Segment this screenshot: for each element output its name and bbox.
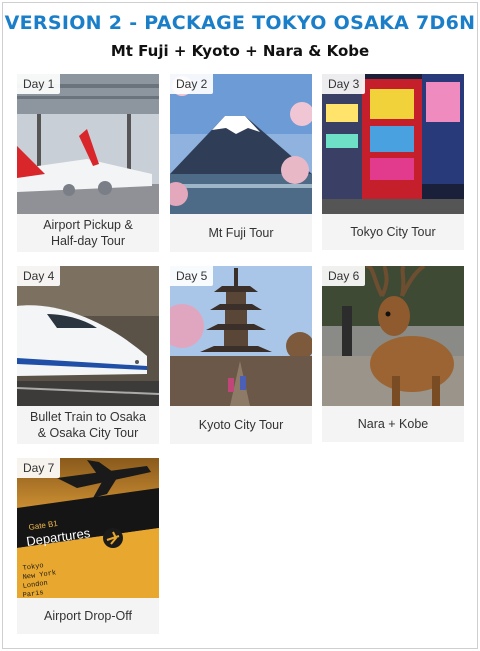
- day-label: Day 1: [17, 74, 61, 94]
- day-caption: Airport Drop-Off: [44, 609, 132, 623]
- day-label: Day 3: [322, 74, 366, 94]
- day-card-4: Day 4 Bullet Train to Osaka & Osaka City…: [17, 266, 159, 444]
- day-label: Day 4: [17, 266, 61, 286]
- day-card-1: Day 1 Airport Pickup & Half-day Tour: [17, 74, 159, 252]
- nara-deer-photo: Day 6: [322, 266, 464, 406]
- airport-photo: Day 1: [17, 74, 159, 214]
- day-caption: Airport Pickup & Half-day Tour: [43, 218, 133, 248]
- page-subtitle: Mt Fuji + Kyoto + Nara & Kobe: [110, 42, 370, 60]
- day-card-3: Day 3 Tokyo City Tour: [322, 74, 464, 250]
- day-card-2: Day 2 Mt Fuji Tour: [170, 74, 312, 252]
- day-label: Day 5: [170, 266, 214, 286]
- tokyo-city-photo: Day 3: [322, 74, 464, 214]
- day-card-7: Gate B1 Departures Tokyo New York London…: [17, 458, 159, 634]
- day-label: Day 6: [322, 266, 366, 286]
- day-caption: Bullet Train to Osaka & Osaka City Tour: [29, 410, 147, 440]
- day-caption: Nara + Kobe: [357, 417, 429, 431]
- day-caption: Kyoto City Tour: [198, 418, 284, 432]
- day-label: Day 7: [17, 458, 61, 478]
- page-title: VERSION 2 - PACKAGE TOKYO OSAKA 7D6N: [4, 12, 476, 34]
- mt-fuji-photo: Day 2: [170, 74, 312, 214]
- departures-photo: Gate B1 Departures Tokyo New York London…: [17, 458, 159, 598]
- bullet-train-photo: Day 4: [17, 266, 159, 406]
- day-card-5: Day 5 Kyoto City Tour: [170, 266, 312, 444]
- day-card-6: Day 6 Nara + Kobe: [322, 266, 464, 442]
- airplane-icon: [103, 528, 123, 548]
- day-caption: Mt Fuji Tour: [208, 226, 274, 240]
- kyoto-pagoda-photo: Day 5: [170, 266, 312, 406]
- day-caption: Tokyo City Tour: [350, 225, 436, 239]
- day-label: Day 2: [170, 74, 214, 94]
